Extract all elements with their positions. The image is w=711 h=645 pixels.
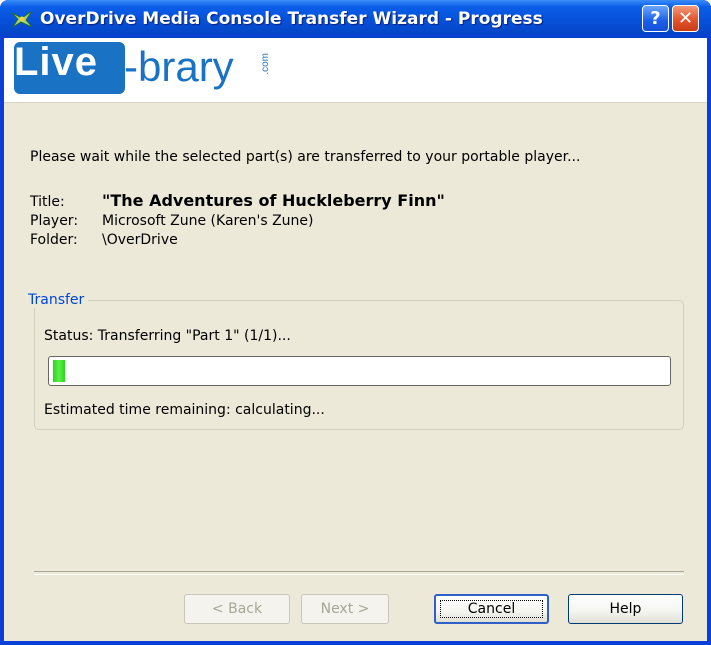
transfer-group-label: Transfer (24, 292, 89, 308)
title-value: "The Adventures of Huckleberry Finn" (102, 191, 445, 210)
folder-label: Folder: (30, 232, 78, 248)
transfer-progress-bar (48, 356, 671, 386)
status-text: Status: Transferring "Part 1" (1/1)... (44, 328, 291, 344)
client-area: Live -brary .com Please wait while the s… (4, 38, 707, 641)
back-button[interactable]: < Back (184, 594, 290, 624)
next-button[interactable]: Next > (301, 594, 389, 624)
cancel-button[interactable]: Cancel (434, 594, 549, 624)
title-label: Title: (30, 194, 65, 210)
window-title: OverDrive Media Console Transfer Wizard … (40, 9, 543, 29)
logo-com-text: .com (260, 53, 271, 75)
focus-ring (440, 600, 543, 618)
player-value: Microsoft Zune (Karen's Zune) (102, 213, 314, 229)
folder-value: \OverDrive (102, 232, 178, 248)
help-button[interactable]: Help (568, 594, 683, 624)
logo-brary-text: -brary (124, 43, 234, 90)
title-bar[interactable]: OverDrive Media Console Transfer Wizard … (0, 0, 711, 38)
logo-live-text: Live (14, 40, 99, 84)
overdrive-icon (11, 10, 33, 28)
close-icon[interactable]: ✕ (672, 5, 699, 32)
progress-fill (53, 360, 65, 382)
banner: Live -brary .com (4, 38, 707, 103)
intro-text: Please wait while the selected part(s) a… (30, 149, 581, 165)
wizard-window: OverDrive Media Console Transfer Wizard … (0, 0, 711, 645)
player-label: Player: (30, 213, 79, 229)
estimate-text: Estimated time remaining: calculating... (44, 402, 325, 418)
help-icon[interactable]: ? (642, 5, 669, 32)
footer-separator (34, 571, 684, 575)
